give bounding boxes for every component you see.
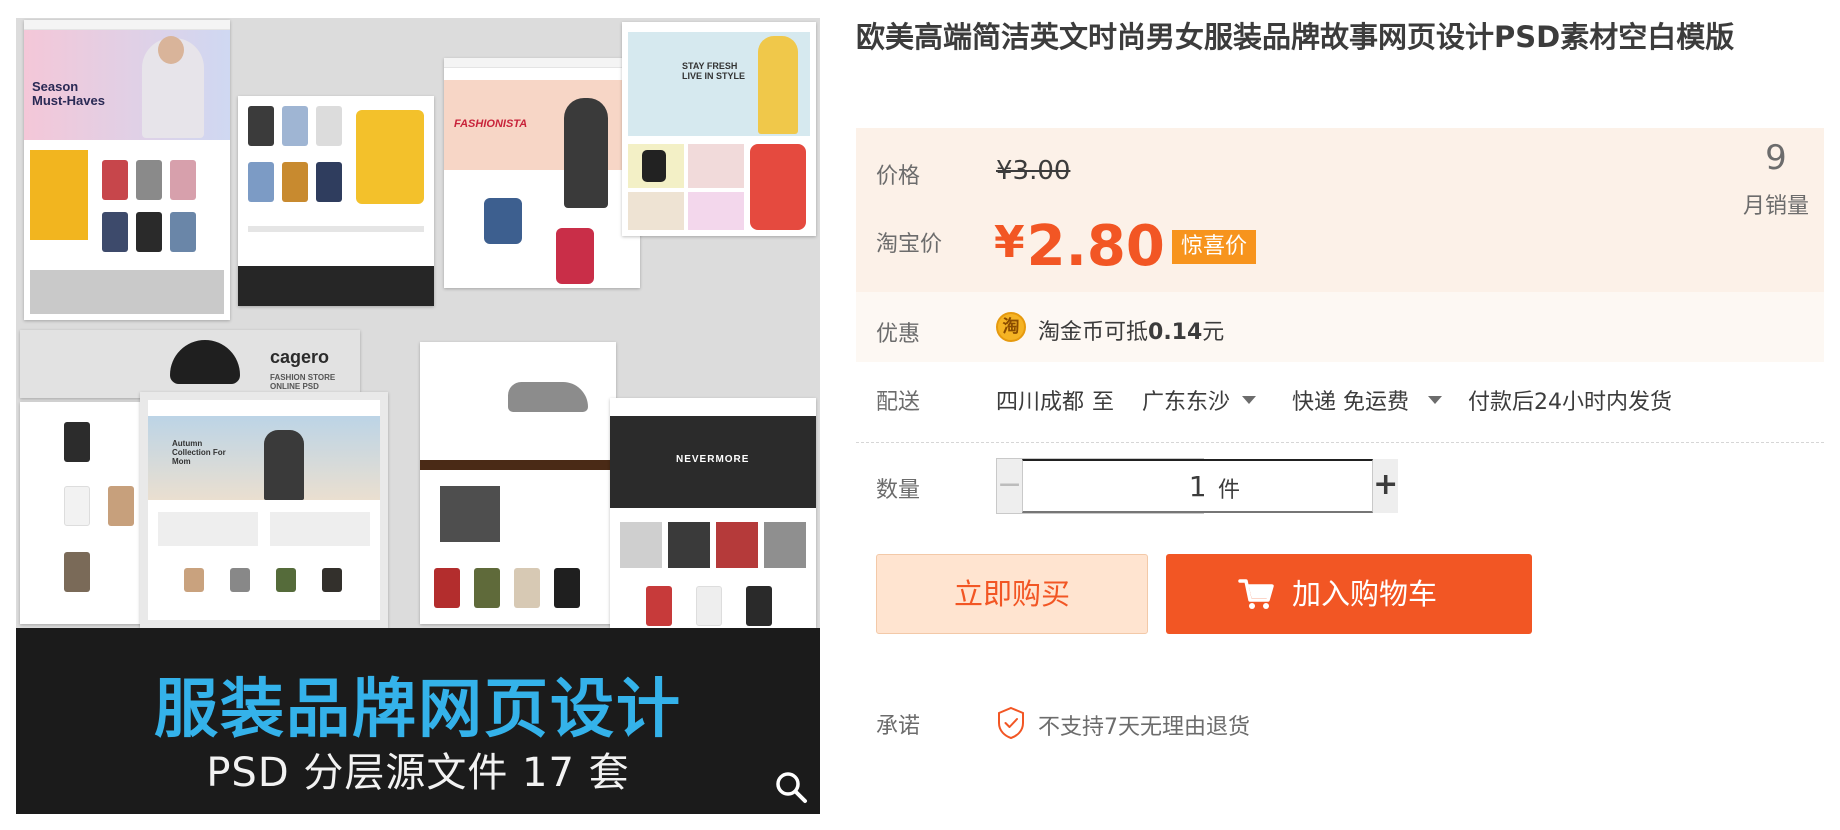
buy-now-button[interactable]: 立即购买	[876, 554, 1148, 634]
ship-from: 四川成都	[996, 390, 1085, 415]
collage-tile: cagero FASHION STORE ONLINE PSD	[20, 330, 360, 398]
price-label: 价格	[876, 164, 921, 189]
destination-dropdown[interactable]: 广东东沙	[1142, 384, 1230, 416]
product-title: 欧美高端简洁英文时尚男女服装品牌故事网页设计PSD素材空白模版	[856, 20, 1735, 54]
collage-tile	[238, 96, 434, 306]
collage-text: FASHION STORE ONLINE PSD	[270, 373, 336, 391]
collage-text: Season Must-Haves	[32, 79, 105, 109]
product-info-panel: 欧美高端简洁英文时尚男女服装品牌故事网页设计PSD素材空白模版 价格 ¥3.00…	[856, 16, 1824, 740]
chevron-down-icon[interactable]	[1428, 396, 1442, 404]
surprise-price-badge: 惊喜价	[1172, 230, 1257, 264]
collage-tile: NEVERMORE	[610, 398, 816, 628]
currency-symbol: ¥	[994, 217, 1025, 268]
original-price: ¥3.00	[996, 156, 1071, 186]
collage-tile: Season Must-Haves	[24, 20, 230, 320]
quantity-decrease-button[interactable]: −	[997, 459, 1023, 513]
collage-text: cagero	[270, 347, 330, 367]
shield-check-icon	[998, 706, 1024, 740]
quantity-increase-button[interactable]: +	[1373, 459, 1399, 513]
quantity-input[interactable]	[1022, 459, 1374, 513]
magnifier-icon[interactable]	[774, 770, 808, 804]
promotion-label: 优惠	[876, 322, 921, 347]
taobao-price: ¥2.80	[994, 214, 1165, 279]
collage-text: Autumn Collection For Mom	[172, 439, 226, 466]
promise-text: 不支持7天无理由退货	[1038, 715, 1250, 740]
coin-discount-text: 淘金币可抵0.14元	[1038, 314, 1224, 346]
coin-text-suffix: 元	[1202, 320, 1225, 345]
monthly-sales-count: 9	[1765, 138, 1787, 178]
product-image[interactable]: Season Must-Haves FASHIONISTA STAY FRESH…	[16, 18, 820, 814]
coin-amount: 0.14	[1148, 320, 1203, 345]
shipping-method-dropdown[interactable]: 快递 免运费	[1292, 384, 1409, 416]
banner-title: 服装品牌网页设计	[154, 673, 682, 747]
ship-to-word: 至	[1092, 390, 1115, 415]
quantity-label: 数量	[876, 478, 921, 503]
image-banner: 服装品牌网页设计 PSD 分层源文件 17 套	[16, 628, 820, 814]
chevron-down-icon[interactable]	[1242, 396, 1256, 404]
add-to-cart-button[interactable]: 加入购物车	[1166, 554, 1532, 634]
collage-tile	[20, 402, 144, 624]
taobao-price-value: 2.80	[1026, 214, 1165, 279]
quantity-stepper: − +	[996, 458, 1399, 514]
banner-subtitle: PSD 分层源文件 17 套	[206, 750, 630, 796]
dispatch-time: 付款后24小时内发货	[1468, 390, 1672, 415]
coin-text-prefix: 淘金币可抵	[1038, 320, 1149, 345]
collage-tile: STAY FRESH LIVE IN STYLE	[622, 22, 816, 236]
shipping-label: 配送	[876, 390, 921, 415]
collage-text: FASHIONISTA	[454, 118, 528, 130]
collage-tile	[420, 342, 616, 624]
collage-tile: FASHIONISTA	[444, 58, 640, 288]
divider	[856, 442, 1824, 443]
add-to-cart-label: 加入购物车	[1292, 577, 1438, 611]
shopping-cart-icon	[1238, 579, 1274, 609]
quantity-unit: 件	[1218, 478, 1241, 503]
taobao-coin-icon: 淘	[996, 312, 1026, 342]
collage-text: NEVERMORE	[676, 454, 750, 465]
collage-text: STAY FRESH LIVE IN STYLE	[682, 61, 746, 81]
promise-label: 承诺	[876, 714, 921, 739]
taobao-price-label: 淘宝价	[876, 232, 943, 257]
product-collage: Season Must-Haves FASHIONISTA STAY FRESH…	[16, 18, 820, 628]
monthly-sales-label: 月销量	[1742, 194, 1809, 219]
collage-tile: Autumn Collection For Mom	[140, 392, 388, 628]
